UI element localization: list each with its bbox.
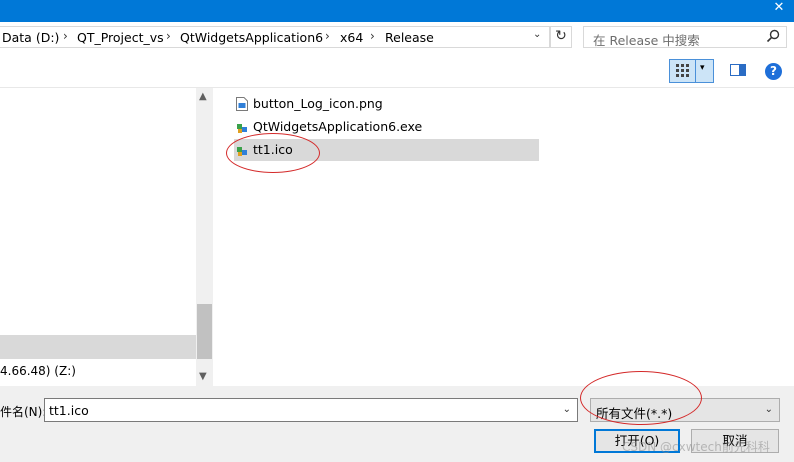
scroll-down-icon[interactable]: ▼ xyxy=(199,371,207,382)
png-file-icon xyxy=(236,97,248,111)
search-input[interactable]: 在 Release 中搜索 xyxy=(583,26,787,48)
breadcrumb-separator-icon[interactable]: › xyxy=(325,29,330,43)
refresh-icon: ↻ xyxy=(555,28,567,44)
address-history-chevron-down-icon[interactable]: ⌄ xyxy=(533,29,541,40)
list-item[interactable]: button_Log_icon.png xyxy=(234,93,539,115)
scrollbar-thumb[interactable] xyxy=(197,304,212,359)
highlight-ellipse-file xyxy=(226,133,320,173)
view-options-chevron-down-icon[interactable]: ▾ xyxy=(700,63,705,73)
address-bar-row: Data (D:) › QT_Project_vs › QtWidgetsApp… xyxy=(0,22,794,52)
breadcrumb-separator-icon[interactable]: › xyxy=(166,29,171,43)
breadcrumb-qt-project[interactable]: QT_Project_vs xyxy=(77,30,164,45)
breadcrumb-separator-icon[interactable]: › xyxy=(63,29,68,43)
watermark: CSDN @cxwtech前先科科 xyxy=(622,440,770,454)
tiles-view-icon xyxy=(676,64,689,77)
nav-scrollbar[interactable]: ▲ ▼ xyxy=(196,88,213,386)
file-type-chevron-down-icon[interactable]: ⌄ xyxy=(765,404,773,415)
breadcrumb[interactable]: Data (D:) › QT_Project_vs › QtWidgetsApp… xyxy=(0,26,550,48)
breadcrumb-x64[interactable]: x64 xyxy=(340,30,363,45)
help-icon[interactable]: ? xyxy=(765,63,782,80)
breadcrumb-qtwidgets[interactable]: QtWidgetsApplication6 xyxy=(180,30,323,45)
highlight-ellipse-filter xyxy=(580,371,702,425)
search-icon[interactable] xyxy=(766,29,780,43)
nav-item-network-drive-z[interactable]: 4.66.48) (Z:) xyxy=(0,364,76,378)
search-placeholder: 在 Release 中搜索 xyxy=(593,33,700,48)
toolbar: ▾ ? xyxy=(0,52,794,88)
preview-pane-icon[interactable] xyxy=(730,64,746,76)
filename-field[interactable]: tt1.ico ⌄ xyxy=(44,398,578,422)
filename-value: tt1.ico xyxy=(49,403,89,418)
file-list[interactable]: button_Log_icon.png QtWidgetsApplication… xyxy=(214,88,794,386)
change-view-button[interactable]: ▾ xyxy=(669,59,714,83)
view-button-divider xyxy=(695,60,696,82)
breadcrumb-separator-icon[interactable]: › xyxy=(370,29,375,43)
file-name: button_Log_icon.png xyxy=(253,96,383,111)
exe-file-icon xyxy=(237,124,247,133)
filename-chevron-down-icon[interactable]: ⌄ xyxy=(563,404,571,415)
title-bar: ✕ xyxy=(0,0,794,22)
breadcrumb-release[interactable]: Release xyxy=(385,30,434,45)
breadcrumb-drive[interactable]: Data (D:) xyxy=(2,30,59,45)
file-name: QtWidgetsApplication6.exe xyxy=(253,119,423,134)
filename-label: 件名(N): xyxy=(0,405,47,419)
refresh-button[interactable]: ↻ xyxy=(550,26,572,48)
close-icon[interactable]: ✕ xyxy=(764,0,794,22)
scroll-up-icon[interactable]: ▲ xyxy=(199,91,207,102)
nav-selected-item[interactable] xyxy=(0,335,196,359)
navigation-pane[interactable]: 4.66.48) (Z:) ▲ ▼ xyxy=(0,88,213,386)
